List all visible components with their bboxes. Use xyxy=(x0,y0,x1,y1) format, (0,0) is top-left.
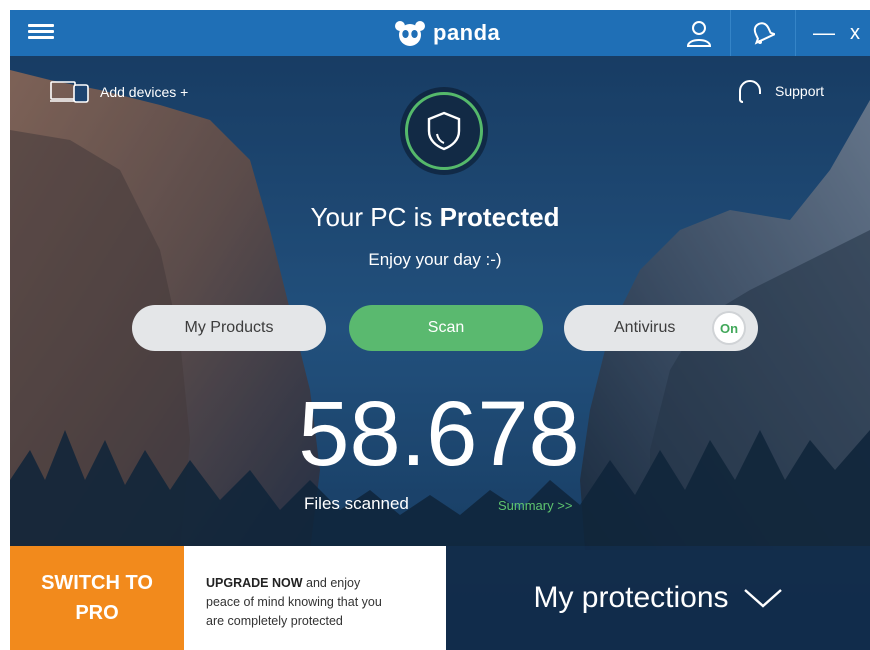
minimize-button[interactable]: — xyxy=(810,10,838,56)
panda-app-window: panda — x Add devices + Support Your PC … xyxy=(10,10,870,650)
upgrade-line-1: UPGRADE NOW and enjoy xyxy=(206,574,436,593)
devices-icon xyxy=(50,81,89,103)
logo-text: panda xyxy=(433,20,501,45)
status-message: Enjoy your day :-) xyxy=(368,250,502,269)
title-bar: panda — x xyxy=(10,10,870,56)
support-link[interactable]: Support xyxy=(735,76,824,106)
scan-button[interactable]: Scan xyxy=(349,305,543,351)
shield-icon xyxy=(427,111,461,151)
bell-icon xyxy=(753,22,775,45)
protection-status-badge xyxy=(405,92,483,170)
chevron-down-icon xyxy=(743,589,782,608)
my-protections-label: My protections xyxy=(533,581,729,614)
antivirus-toggle[interactable]: On xyxy=(714,313,744,343)
switch-line-2: PRO xyxy=(75,602,119,624)
headset-icon xyxy=(739,80,761,103)
user-account-button[interactable] xyxy=(670,10,728,56)
upgrade-promo: UPGRADE NOW and enjoy peace of mind know… xyxy=(184,546,446,650)
upgrade-line-3: are completely protected xyxy=(206,614,343,628)
status-prefix: Your PC is xyxy=(310,202,440,232)
upgrade-now-label: UPGRADE NOW xyxy=(206,576,303,590)
add-devices-label: Add devices + xyxy=(100,84,189,100)
antivirus-label: Antivirus xyxy=(614,319,676,336)
close-button[interactable]: x xyxy=(842,10,868,56)
my-products-button[interactable]: My Products xyxy=(132,305,326,351)
panda-logo-icon xyxy=(395,21,425,46)
switch-line-1: SWITCH TO xyxy=(41,572,153,594)
my-protections-button[interactable]: My protections xyxy=(446,546,870,650)
summary-link[interactable]: Summary >> xyxy=(498,498,572,513)
upgrade-line-1-rest: and enjoy xyxy=(302,576,361,590)
protection-status: Your PC is Protected xyxy=(10,202,870,233)
user-icon xyxy=(686,21,712,47)
support-label: Support xyxy=(775,83,825,99)
antivirus-button[interactable]: Antivirus On xyxy=(564,305,758,351)
files-scanned-count: 58.678 xyxy=(298,383,580,485)
panda-logo: panda xyxy=(393,18,500,48)
notifications-button[interactable] xyxy=(730,10,796,56)
menu-icon[interactable] xyxy=(28,21,54,45)
files-scanned-label: Files scanned xyxy=(304,494,409,513)
upgrade-line-2: peace of mind knowing that you xyxy=(206,595,382,609)
add-devices-link[interactable]: Add devices + xyxy=(50,80,188,104)
status-state: Protected xyxy=(439,202,560,232)
switch-to-pro-button[interactable]: SWITCH TO PRO xyxy=(10,546,184,650)
